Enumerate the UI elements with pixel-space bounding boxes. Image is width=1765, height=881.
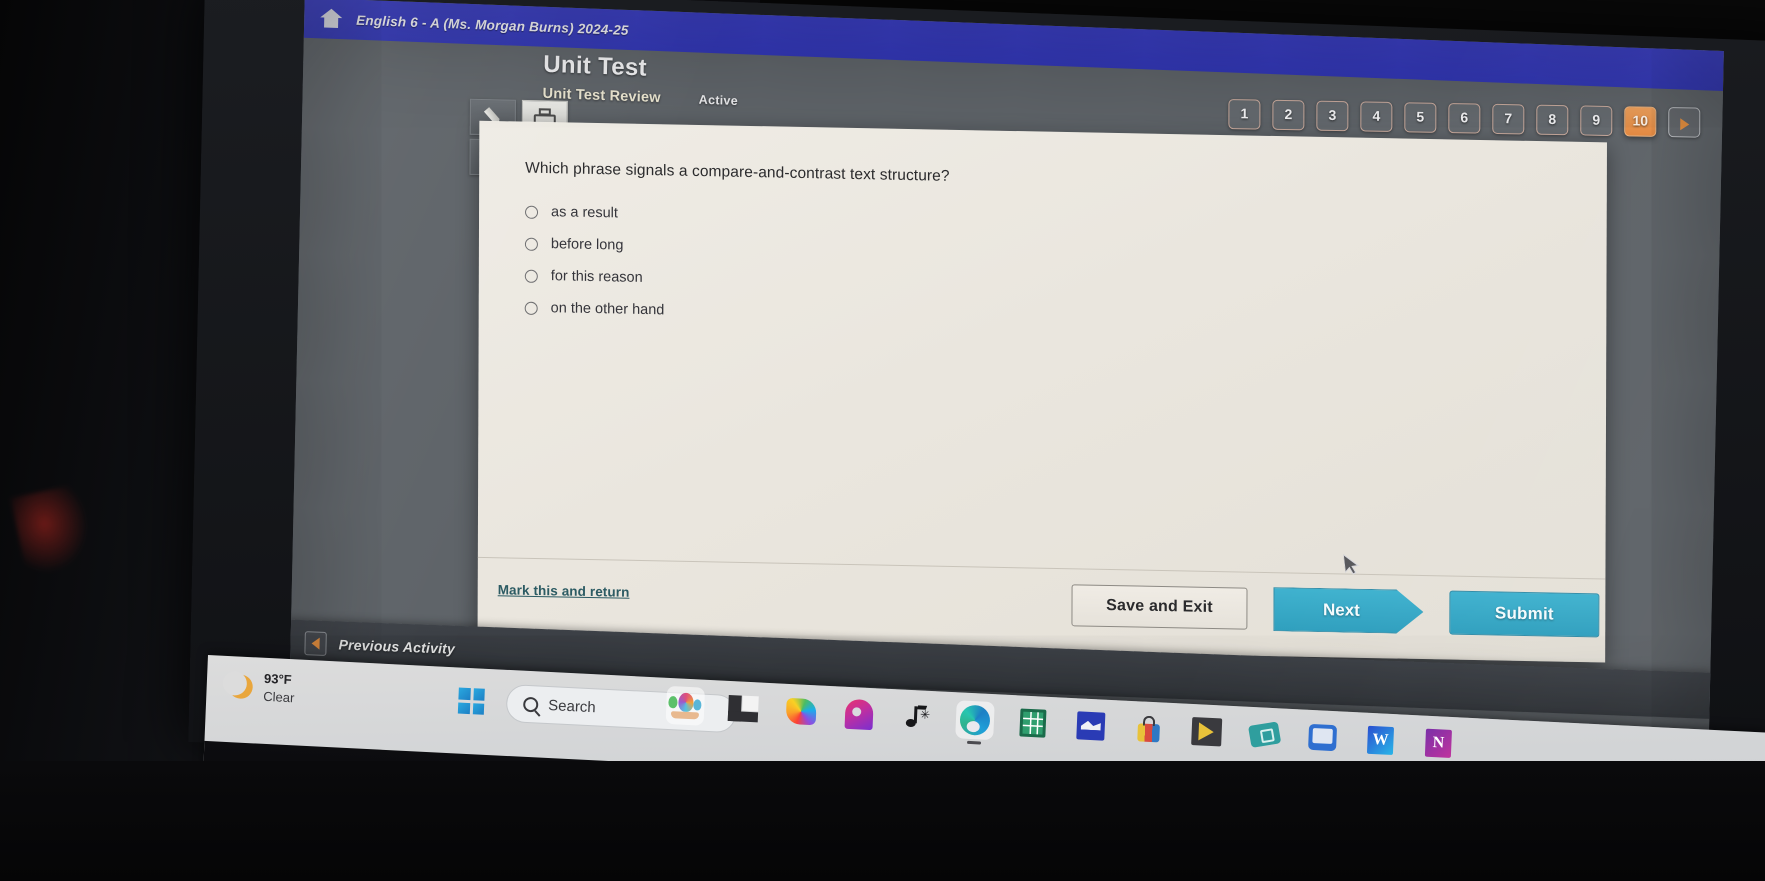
- course-header-bar: English 6 - A (Ms. Morgan Burns) 2024-25: [303, 0, 1724, 92]
- excel-icon[interactable]: [1013, 703, 1053, 743]
- pager-item-3[interactable]: 3: [1316, 100, 1349, 132]
- question-panel: Which phrase signals a compare-and-contr…: [477, 120, 1607, 663]
- answer-option[interactable]: on the other hand: [524, 300, 1561, 336]
- radio-button[interactable]: [524, 269, 538, 283]
- onenote-icon[interactable]: N: [1419, 723, 1459, 768]
- radio-button[interactable]: [524, 237, 538, 251]
- answer-label: as a result: [551, 204, 618, 222]
- action-buttons: Save and Exit Next Submit: [1071, 583, 1600, 638]
- blue-app-icon[interactable]: [1071, 706, 1111, 746]
- windows-start-icon[interactable]: [457, 687, 485, 715]
- answer-label: on the other hand: [550, 300, 665, 319]
- ticket-icon[interactable]: [1245, 715, 1285, 755]
- page-title: Unit Test: [542, 50, 648, 82]
- shopping-bag-icon[interactable]: [1129, 709, 1169, 749]
- search-icon: [522, 696, 539, 712]
- pager-item-1[interactable]: 1: [1228, 99, 1261, 130]
- answer-options[interactable]: as a result before long for this reason: [524, 204, 1561, 336]
- music-icon[interactable]: ✳: [897, 697, 937, 737]
- unit-test-app: English 6 - A (Ms. Morgan Burns) 2024-25…: [289, 0, 1724, 751]
- widgets-icon[interactable]: [665, 685, 706, 726]
- screen-photo: English 6 - A (Ms. Morgan Burns) 2024-25…: [0, 0, 1765, 881]
- status-badge: Active: [698, 92, 739, 109]
- media-player-icon[interactable]: [1187, 712, 1227, 752]
- room-background-bottom: [0, 761, 1765, 881]
- pager-item-6[interactable]: 6: [1448, 103, 1481, 134]
- previous-activity-label: Previous Activity: [338, 636, 456, 657]
- question-text: Which phrase signals a compare-and-contr…: [525, 159, 950, 185]
- weather-widget[interactable]: 93°F Clear: [228, 668, 296, 708]
- pager-item-7[interactable]: 7: [1492, 103, 1525, 135]
- monitor-screen: English 6 - A (Ms. Morgan Burns) 2024-25…: [289, 0, 1724, 751]
- home-icon[interactable]: [320, 8, 343, 29]
- cast-icon[interactable]: [1303, 718, 1343, 758]
- answer-option[interactable]: for this reason: [524, 268, 1561, 304]
- pager-item-9[interactable]: 9: [1580, 105, 1613, 137]
- edge-icon[interactable]: [955, 700, 995, 745]
- answer-option[interactable]: as a result: [525, 204, 1561, 240]
- play-arrow-icon: [1679, 118, 1689, 131]
- assignment-heading: Unit Test Unit Test Review Active: [542, 51, 738, 109]
- pager-item-8[interactable]: 8: [1536, 104, 1569, 136]
- search-placeholder: Search: [547, 696, 597, 716]
- answer-option[interactable]: before long: [524, 236, 1561, 272]
- question-pager[interactable]: 1 2 3 4 5 6 7 8 9 10: [1228, 99, 1701, 138]
- radio-button[interactable]: [525, 205, 539, 219]
- answer-label: for this reason: [550, 268, 643, 286]
- submit-button[interactable]: Submit: [1449, 590, 1600, 638]
- save-and-exit-button[interactable]: Save and Exit: [1071, 584, 1248, 630]
- pager-next-button[interactable]: [1668, 107, 1701, 138]
- paint-icon[interactable]: [839, 695, 879, 735]
- pager-item-10-active[interactable]: 10: [1624, 106, 1657, 137]
- word-icon[interactable]: W: [1361, 720, 1401, 765]
- radio-button[interactable]: [524, 301, 538, 315]
- answer-label: before long: [550, 236, 624, 254]
- weather-temperature: 93°F: [263, 670, 292, 688]
- weather-condition: Clear: [263, 689, 295, 706]
- moon-icon: [228, 674, 253, 699]
- file-explorer-icon[interactable]: [723, 689, 763, 729]
- course-title: English 6 - A (Ms. Morgan Burns) 2024-25: [356, 12, 629, 38]
- office-icon[interactable]: [781, 692, 821, 732]
- mouse-pointer: [1343, 553, 1360, 575]
- pager-item-4[interactable]: 4: [1360, 101, 1393, 133]
- left-arrow-icon[interactable]: [304, 631, 327, 656]
- pager-item-5[interactable]: 5: [1404, 102, 1437, 133]
- mark-this-and-return-link[interactable]: Mark this and return: [498, 582, 630, 600]
- next-button[interactable]: Next: [1273, 587, 1423, 634]
- pager-item-2[interactable]: 2: [1272, 99, 1305, 131]
